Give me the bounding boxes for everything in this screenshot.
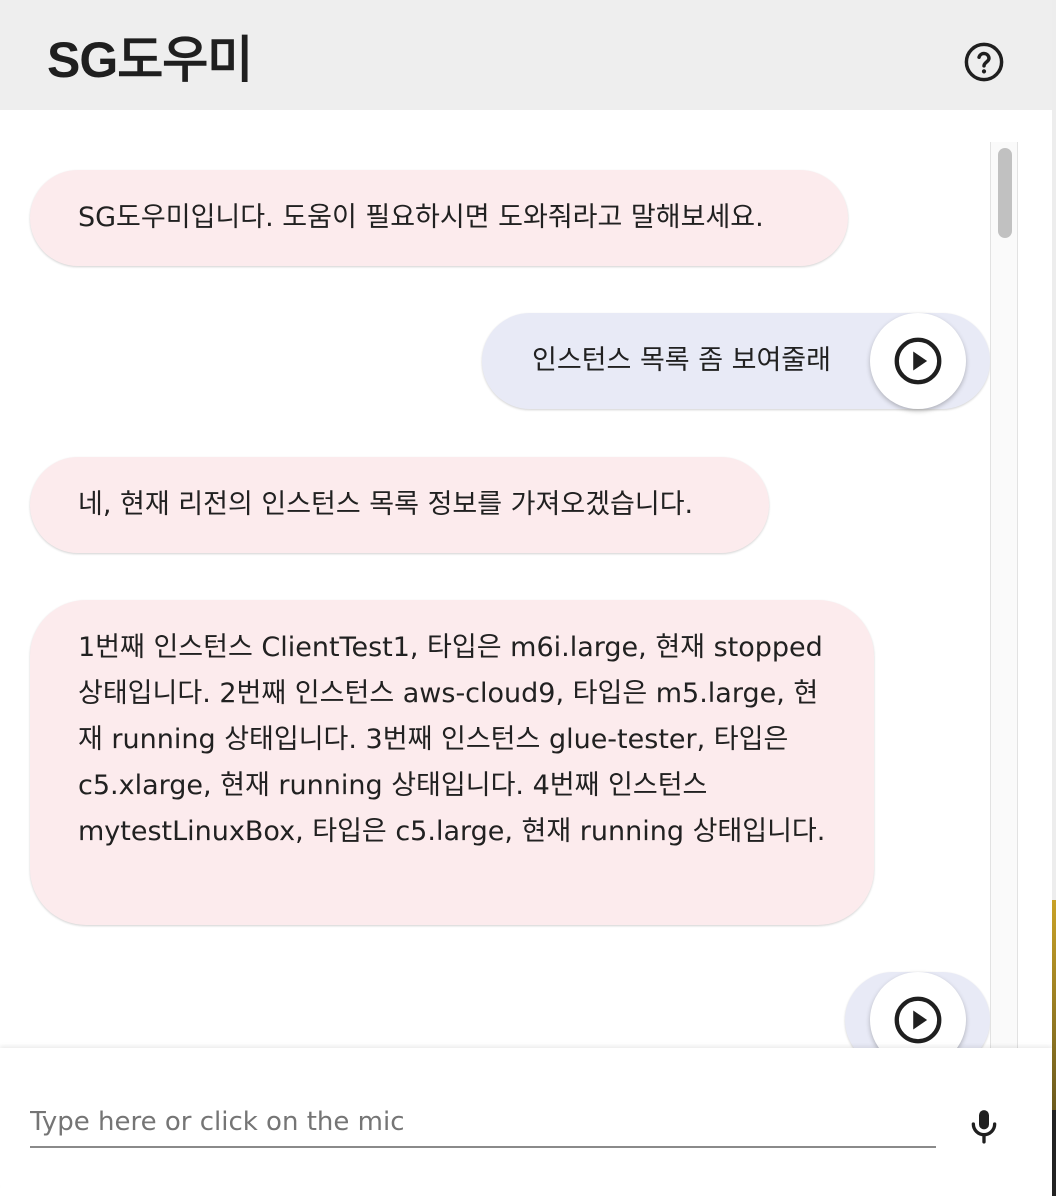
bot-message: SG도우미입니다. 도움이 필요하시면 도와줘라고 말해보세요. xyxy=(30,170,848,266)
message-text: 네, 현재 리전의 인스턴스 목록 정보를 가져오겠습니다. xyxy=(78,489,694,520)
help-circle-outline-icon xyxy=(964,42,1004,82)
app-title: SG도우미 xyxy=(47,32,253,88)
play-circle-outline-icon xyxy=(894,996,942,1044)
background-strip xyxy=(1052,0,1056,1196)
message-list[interactable]: SG도우미입니다. 도움이 필요하시면 도와줘라고 말해보세요. 인스턴스 목록… xyxy=(0,110,1052,1048)
mic-button[interactable] xyxy=(960,1102,1008,1150)
help-button[interactable] xyxy=(960,38,1008,86)
mic-icon xyxy=(971,1110,997,1144)
app-header: SG도우미 xyxy=(0,0,1052,110)
play-audio-button[interactable] xyxy=(870,313,966,409)
message-text: SG도우미입니다. 도움이 필요하시면 도와줘라고 말해보세요. xyxy=(78,202,764,233)
chat-window: SG도우미 SG도우미입니다. 도움이 필요하시면 도와줘라고 말해보세요. 인… xyxy=(0,0,1052,1192)
message-input[interactable] xyxy=(30,1098,936,1148)
message-text: 1번째 인스턴스 ClientTest1, 타입은 m6i.large, 현재 … xyxy=(78,632,826,847)
message-text: 인스턴스 목록 좀 보여줄래 xyxy=(532,345,831,376)
bot-message: 네, 현재 리전의 인스턴스 목록 정보를 가져오겠습니다. xyxy=(30,457,769,553)
bot-message: 1번째 인스턴스 ClientTest1, 타입은 m6i.large, 현재 … xyxy=(30,600,874,925)
play-circle-outline-icon xyxy=(894,337,942,385)
input-bar xyxy=(0,1048,1052,1192)
scrollbar[interactable] xyxy=(990,142,1018,1048)
scrollbar-thumb[interactable] xyxy=(998,148,1012,238)
